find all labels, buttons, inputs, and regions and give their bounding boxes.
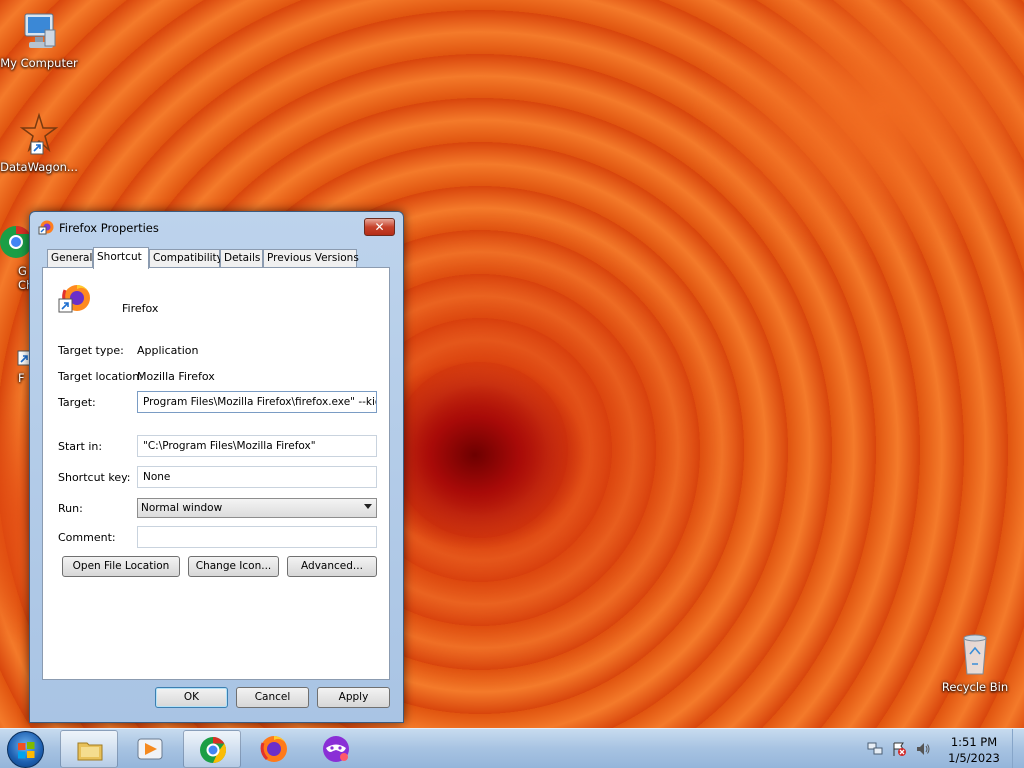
app-name: Firefox: [122, 302, 159, 315]
target-type-value: Application: [137, 344, 199, 357]
open-file-location-button[interactable]: Open File Location: [62, 556, 180, 577]
title-bar[interactable]: Firefox Properties ✕: [30, 212, 403, 242]
recycle-bin-icon: [955, 630, 995, 678]
taskbar-chrome[interactable]: [183, 730, 241, 768]
separator: [58, 330, 375, 331]
run-label: Run:: [58, 502, 83, 515]
target-location-label: Target location:: [58, 370, 143, 383]
tab-details[interactable]: Details: [220, 249, 263, 268]
comment-label: Comment:: [58, 531, 116, 544]
target-field[interactable]: Program Files\Mozilla Firefox\firefox.ex…: [137, 391, 377, 413]
desktop-icon-label: DataWagon...: [0, 160, 78, 174]
media-player-icon: [135, 734, 165, 764]
target-type-label: Target type:: [58, 344, 124, 357]
firefox-icon: [57, 282, 91, 314]
private-browsing-icon: [321, 734, 351, 764]
taskbar-firefox[interactable]: [245, 730, 303, 768]
start-in-label: Start in:: [58, 440, 103, 453]
clock-time: 1:51 PM: [950, 735, 998, 749]
change-icon-button[interactable]: Change Icon...: [188, 556, 279, 577]
desktop-icon-my-computer[interactable]: My Computer: [0, 10, 81, 70]
show-desktop-button[interactable]: [1012, 729, 1024, 768]
taskbar-private-browser[interactable]: [307, 730, 365, 768]
shortcut-panel: Firefox Target type: Application Target …: [42, 267, 390, 680]
clock-date: 1/5/2023: [948, 751, 1000, 765]
apply-button[interactable]: Apply: [317, 687, 390, 708]
action-center-flag-icon[interactable]: [891, 741, 907, 760]
target-location-value: Mozilla Firefox: [137, 370, 215, 383]
chrome-icon: [198, 735, 228, 765]
close-button[interactable]: ✕: [364, 218, 395, 236]
desktop-icon-datawagon[interactable]: DataWagon...: [0, 112, 81, 174]
start-button[interactable]: [7, 731, 44, 768]
volume-icon[interactable]: [915, 741, 931, 760]
windows-logo-icon: [18, 742, 35, 759]
window-title: Firefox Properties: [59, 221, 159, 235]
target-label: Target:: [58, 396, 96, 409]
comment-field[interactable]: [137, 526, 377, 548]
datawagon-icon: [19, 112, 59, 158]
run-select[interactable]: Normal window: [137, 498, 377, 518]
separator: [58, 423, 375, 424]
desktop-icon-label: Recycle Bin: [941, 680, 1009, 694]
chevron-down-icon: [364, 504, 372, 509]
folder-icon: [75, 735, 105, 765]
tab-compatibility[interactable]: Compatibility: [149, 249, 223, 268]
run-select-value: Normal window: [141, 502, 223, 514]
firefox-icon: [259, 734, 289, 764]
firefox-shortcut-icon: [38, 219, 54, 235]
clock[interactable]: 1:51 PM 1/5/2023: [944, 734, 1004, 766]
taskbar-media-player[interactable]: [121, 730, 179, 768]
computer-icon: [19, 10, 59, 54]
tab-general[interactable]: General: [47, 249, 93, 268]
ok-button[interactable]: OK: [155, 687, 228, 708]
shortcut-key-field[interactable]: None: [137, 466, 377, 488]
taskbar: 1:51 PM 1/5/2023: [0, 728, 1024, 768]
desktop-icon-label: My Computer: [0, 56, 78, 70]
tab-shortcut[interactable]: Shortcut: [93, 247, 149, 269]
tab-previous-versions[interactable]: Previous Versions: [263, 249, 359, 268]
cancel-button[interactable]: Cancel: [236, 687, 309, 708]
firefox-properties-window: Firefox Properties ✕ General Shortcut Co…: [29, 211, 404, 723]
start-in-field[interactable]: "C:\Program Files\Mozilla Firefox": [137, 435, 377, 457]
network-icon[interactable]: [867, 741, 883, 760]
desktop-icon-recycle-bin[interactable]: Recycle Bin: [933, 630, 1017, 694]
advanced-button[interactable]: Advanced...: [287, 556, 377, 577]
shortcut-key-label: Shortcut key:: [58, 471, 131, 484]
taskbar-file-explorer[interactable]: [60, 730, 118, 768]
